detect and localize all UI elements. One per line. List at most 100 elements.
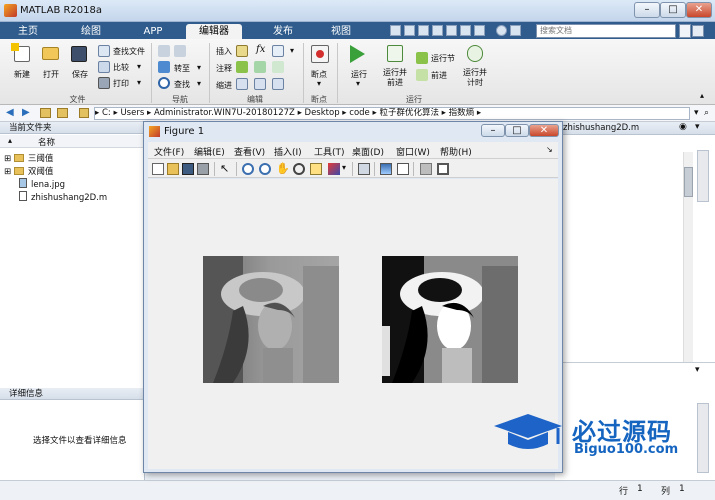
find-icon[interactable] xyxy=(158,77,170,89)
breadcrumb-item[interactable]: Users xyxy=(120,108,144,118)
colorbar-icon[interactable] xyxy=(380,163,392,175)
breadcrumb-item[interactable]: Desktop xyxy=(305,108,340,118)
advance-button[interactable]: 前进 xyxy=(431,70,447,81)
menu-view[interactable]: 查看(V) xyxy=(234,145,265,158)
select-arrow-icon[interactable]: ↖ xyxy=(220,163,232,175)
expand-icon[interactable]: ⊞ xyxy=(4,154,14,164)
menu-file[interactable]: 文件(F) xyxy=(154,145,184,158)
find-files-icon[interactable] xyxy=(98,45,110,57)
back-arrow-icon[interactable]: ◀ xyxy=(6,108,16,118)
list-item[interactable]: ⊞ 三阈值 xyxy=(4,152,53,164)
pan-hand-icon[interactable]: ✋ xyxy=(276,163,290,175)
filter-icon[interactable] xyxy=(692,25,704,37)
fx-icon[interactable]: fx xyxy=(256,44,265,55)
zoom-out-icon[interactable] xyxy=(259,163,271,175)
up-folder-icon[interactable] xyxy=(40,108,51,118)
comment-add-icon[interactable] xyxy=(236,61,248,73)
open-folder-icon[interactable] xyxy=(42,47,59,60)
goto-dropdown-icon[interactable]: ▾ xyxy=(197,63,201,72)
back-nav-icon[interactable] xyxy=(158,45,170,57)
path-search-icon[interactable]: ⌕ xyxy=(704,107,715,120)
breakpoints-icon[interactable] xyxy=(311,45,329,63)
switch-windows-icon[interactable] xyxy=(474,25,485,36)
compare-icon[interactable] xyxy=(98,61,110,73)
run-icon[interactable] xyxy=(350,45,365,63)
run-dropdown-icon[interactable]: ▾ xyxy=(356,79,360,88)
save-button[interactable]: 保存 xyxy=(72,69,88,80)
legend-icon[interactable] xyxy=(397,163,409,175)
run-advance-icon[interactable] xyxy=(387,45,403,62)
tab-home[interactable]: 主页 xyxy=(6,24,50,39)
goto-button[interactable]: 转至 xyxy=(174,63,190,74)
find-button[interactable]: 查找 xyxy=(174,79,190,90)
print-button[interactable]: 打印 xyxy=(113,78,129,89)
tab-editor[interactable]: 编辑器 xyxy=(186,24,242,39)
expand-icon[interactable]: ⊞ xyxy=(4,167,14,177)
editor-dropdown-icon[interactable]: ▾ xyxy=(695,122,700,132)
menu-desktop[interactable]: 桌面(D) xyxy=(352,145,384,158)
tab-view[interactable]: 视图 xyxy=(316,24,366,39)
run-section-icon[interactable] xyxy=(416,52,428,64)
path-breadcrumb[interactable]: ▸ C: ▸ Users ▸ Administrator.WIN7U-20180… xyxy=(94,107,690,120)
menu-window[interactable]: 窗口(W) xyxy=(396,145,430,158)
print-dropdown-icon[interactable]: ▾ xyxy=(137,78,141,87)
wrap-comments-icon[interactable] xyxy=(272,61,284,73)
data-cursor-icon[interactable] xyxy=(310,163,322,175)
help-quick-icon[interactable] xyxy=(496,25,507,36)
breadcrumb-item[interactable]: C: xyxy=(102,108,111,118)
figure-maximize-button[interactable]: □ xyxy=(505,124,529,137)
panel-menu-icon[interactable]: ◉ xyxy=(679,122,687,132)
insert-dropdown-icon[interactable]: ▾ xyxy=(290,46,294,55)
copy-quick-icon[interactable] xyxy=(418,25,429,36)
indent-button[interactable]: 缩进 xyxy=(216,80,232,91)
run-time-icon[interactable] xyxy=(467,45,483,62)
show-plot-tools-icon[interactable] xyxy=(437,163,449,175)
insert-section-icon[interactable] xyxy=(236,45,248,57)
figure-minimize-button[interactable]: – xyxy=(481,124,505,137)
editor-tab-filename[interactable]: zhishushang2D.m xyxy=(563,123,639,133)
brush-dropdown-icon[interactable]: ▾ xyxy=(342,163,346,172)
open-file-icon[interactable] xyxy=(167,163,179,175)
list-item[interactable]: ⊞ 双阈值 xyxy=(4,165,53,177)
cut-quick-icon[interactable] xyxy=(404,25,415,36)
dropdown-quick-icon[interactable] xyxy=(510,25,521,36)
run-time-button[interactable]: 运行并 计时 xyxy=(463,68,487,88)
run-section-button[interactable]: 运行节 xyxy=(431,53,455,64)
figure-close-button[interactable]: ✕ xyxy=(529,124,559,137)
vertical-scrollbar[interactable] xyxy=(697,150,709,202)
forward-nav-icon[interactable] xyxy=(174,45,186,57)
minimize-button[interactable]: – xyxy=(634,2,660,18)
search-icon[interactable] xyxy=(679,24,691,38)
increase-indent-icon[interactable] xyxy=(254,78,266,90)
new-button[interactable]: 新建 xyxy=(14,69,30,80)
run-advance-button[interactable]: 运行并 前进 xyxy=(383,68,407,88)
collapse-ribbon-icon[interactable]: ▴ xyxy=(700,91,704,100)
forward-arrow-icon[interactable]: ▶ xyxy=(22,108,32,118)
tab-publish[interactable]: 发布 xyxy=(256,24,310,39)
comment-button[interactable]: 注释 xyxy=(216,63,232,74)
workspace-menu-icon[interactable]: ▾ xyxy=(695,365,700,375)
new-figure-icon[interactable] xyxy=(152,163,164,175)
undo-quick-icon[interactable] xyxy=(446,25,457,36)
breadcrumb-item[interactable]: 粒子群优化算法 xyxy=(379,108,439,118)
rotate-3d-icon[interactable] xyxy=(293,163,305,175)
browse-folder-icon[interactable] xyxy=(57,108,68,118)
link-plot-icon[interactable] xyxy=(358,163,370,175)
advance-icon[interactable] xyxy=(416,69,428,81)
brush-icon[interactable] xyxy=(328,163,340,175)
compare-dropdown-icon[interactable]: ▾ xyxy=(137,62,141,71)
zoom-in-icon[interactable] xyxy=(242,163,254,175)
menu-tools[interactable]: 工具(T) xyxy=(314,145,345,158)
print-icon[interactable] xyxy=(98,77,110,89)
insert-function-icon[interactable] xyxy=(272,45,284,57)
column-header[interactable]: ▴ 名称 xyxy=(0,135,144,148)
maximize-button[interactable]: □ xyxy=(660,2,686,18)
open-button[interactable]: 打开 xyxy=(43,69,59,80)
comment-remove-icon[interactable] xyxy=(254,61,266,73)
find-dropdown-icon[interactable]: ▾ xyxy=(197,79,201,88)
compare-button[interactable]: 比较 xyxy=(113,62,129,73)
insert-button[interactable]: 插入 xyxy=(216,46,232,57)
redo-quick-icon[interactable] xyxy=(460,25,471,36)
paste-quick-icon[interactable] xyxy=(432,25,443,36)
new-icon[interactable] xyxy=(11,43,30,62)
